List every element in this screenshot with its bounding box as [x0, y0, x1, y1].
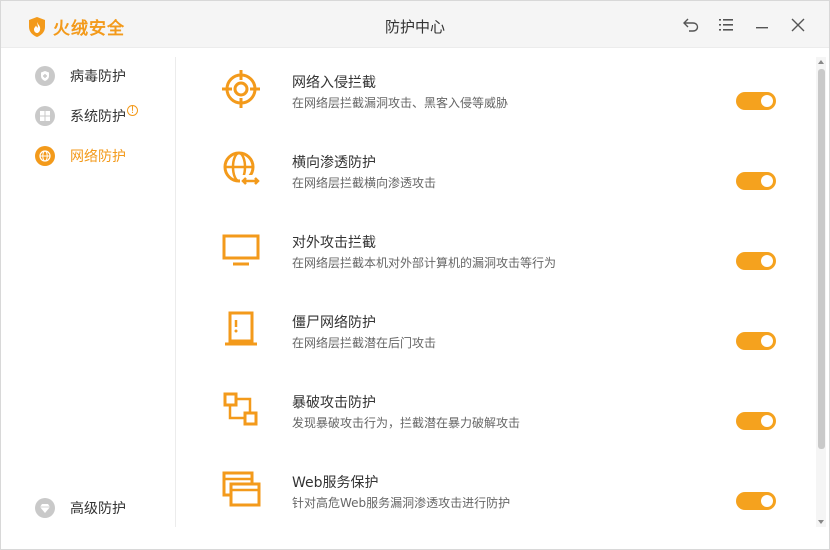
- protection-description: 在网络层拦截本机对外部计算机的漏洞攻击等行为: [292, 256, 557, 270]
- list-item: 暴破攻击防护 发现暴破攻击行为，拦截潜在暴力破解攻击: [176, 368, 816, 448]
- list-item: 对外攻击拦截 在网络层拦截本机对外部计算机的漏洞攻击等行为: [176, 208, 816, 288]
- protection-description: 在网络层拦截横向渗透攻击: [292, 176, 437, 190]
- protection-list: 网络入侵拦截 在网络层拦截漏洞攻击、黑客入侵等威胁 横向渗透防护 在网络层拦截横…: [176, 48, 816, 549]
- window-title: 防护中心: [384, 18, 445, 36]
- lateral-movement-toggle[interactable]: [736, 172, 776, 190]
- titlebar: 火绒安全 防护中心: [1, 1, 829, 48]
- brute-force-toggle[interactable]: [736, 412, 776, 430]
- minimize-button[interactable]: [752, 15, 772, 35]
- monitor-icon: [222, 234, 260, 266]
- protection-title: 暴破攻击防护: [292, 395, 376, 411]
- crosshair-icon: [222, 70, 260, 108]
- sidebar-item-label: 高级防护: [70, 501, 126, 517]
- scroll-up-icon[interactable]: [816, 57, 826, 67]
- menu-button[interactable]: [716, 15, 736, 35]
- sidebar-item-label: 病毒防护: [70, 69, 126, 85]
- flame-shield-icon: [29, 16, 45, 37]
- protection-title: 网络入侵拦截: [292, 75, 376, 91]
- protection-description: 在网络层拦截漏洞攻击、黑客入侵等威胁: [292, 96, 509, 110]
- app-name: 火绒安全: [53, 19, 125, 39]
- protection-title: 横向渗透防护: [292, 155, 376, 171]
- sidebar: 病毒防护 系统防护 ! 网络防护 高级防护: [1, 48, 175, 549]
- list-item: Web服务保护 针对高危Web服务漏洞渗透攻击进行防护: [176, 448, 816, 528]
- list-item: 横向渗透防护 在网络层拦截横向渗透攻击: [176, 128, 816, 208]
- protection-description: 发现暴破攻击行为，拦截潜在暴力破解攻击: [292, 416, 521, 430]
- door-icon: [225, 311, 257, 346]
- close-button[interactable]: [788, 15, 808, 35]
- alert-badge: !: [127, 104, 138, 116]
- browser-windows-icon: [222, 471, 261, 507]
- list-item: 僵尸网络防护 在网络层拦截潜在后门攻击: [176, 288, 816, 368]
- toggle-knob: [761, 495, 773, 507]
- nodes-icon: [223, 392, 258, 426]
- back-button[interactable]: [681, 15, 701, 35]
- protection-description: 在网络层拦截潜在后门攻击: [292, 336, 437, 350]
- botnet-toggle[interactable]: [736, 332, 776, 350]
- toggle-knob: [761, 175, 773, 187]
- back-icon: [683, 18, 699, 32]
- close-icon: [791, 18, 805, 32]
- globe-arrows-icon: [223, 151, 260, 187]
- protection-description: 针对高危Web服务漏洞渗透攻击进行防护: [292, 496, 511, 510]
- outbound-attack-toggle[interactable]: [736, 252, 776, 270]
- sidebar-item-virus-protection[interactable]: 病毒防护: [35, 64, 126, 88]
- scrollbar[interactable]: [816, 57, 826, 527]
- scroll-down-icon[interactable]: [816, 517, 826, 527]
- web-service-toggle[interactable]: [736, 492, 776, 510]
- sidebar-item-network-protection[interactable]: 网络防护: [35, 144, 126, 168]
- protection-title: Web服务保护: [292, 475, 379, 491]
- sidebar-item-label: 网络防护: [70, 149, 126, 165]
- sidebar-item-system-protection[interactable]: 系统防护 !: [35, 104, 138, 128]
- network-intrusion-toggle[interactable]: [736, 92, 776, 110]
- scroll-thumb[interactable]: [818, 69, 825, 449]
- toggle-knob: [761, 415, 773, 427]
- virus-shield-icon: [35, 66, 55, 86]
- toggle-knob: [761, 335, 773, 347]
- minimize-icon: [756, 27, 768, 29]
- app-window: 火绒安全 防护中心 病毒防护 系统防护 ! 网络防护 高级防护 网络入侵拦截 在…: [0, 0, 830, 550]
- list-item: 网络入侵拦截 在网络层拦截漏洞攻击、黑客入侵等威胁: [176, 48, 816, 128]
- globe-icon: [35, 146, 55, 166]
- sidebar-item-advanced-protection[interactable]: 高级防护: [35, 496, 126, 520]
- protection-title: 僵尸网络防护: [292, 315, 376, 331]
- windows-icon: [35, 106, 55, 126]
- protection-title: 对外攻击拦截: [292, 235, 376, 251]
- app-logo: 火绒安全: [27, 14, 125, 39]
- toggle-knob: [761, 255, 773, 267]
- diamond-icon: [35, 498, 55, 518]
- toggle-knob: [761, 95, 773, 107]
- sidebar-item-label: 系统防护: [70, 109, 126, 125]
- menu-icon: [719, 19, 733, 31]
